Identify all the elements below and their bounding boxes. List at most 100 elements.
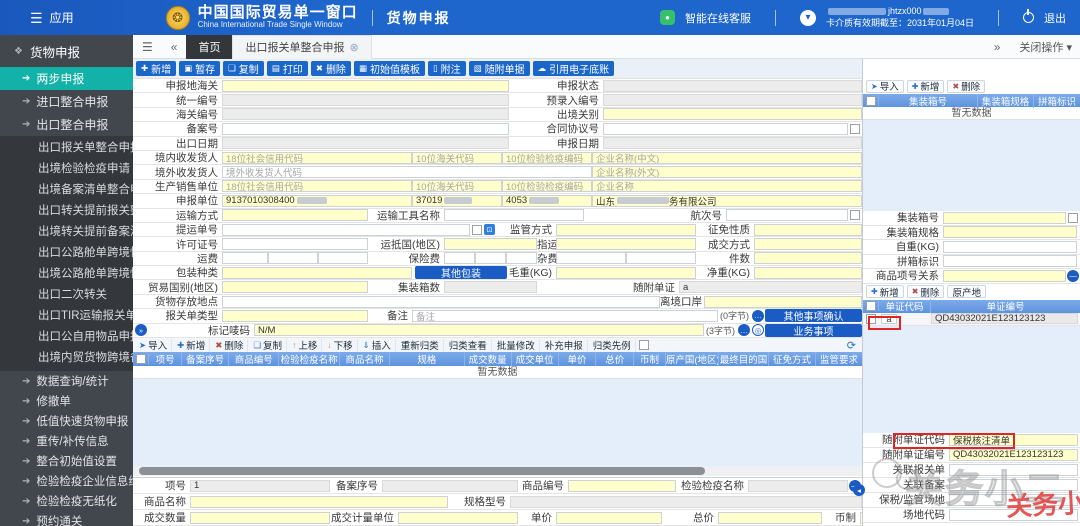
item-supplement-declare-button[interactable]: 补充申报	[541, 339, 588, 352]
item-batch-edit-button[interactable]: 批量修改	[493, 339, 540, 352]
related-record-input[interactable]	[949, 479, 1078, 491]
col-ciq-name[interactable]: 检验检疫名称	[279, 352, 340, 366]
goods-item-rel-input[interactable]	[943, 270, 1066, 282]
col-lcl-flag[interactable]: 拼箱标识	[1034, 94, 1080, 108]
bill-no-input[interactable]	[222, 224, 470, 236]
sidebar-item-ciq-paperless[interactable]: ➔检验检疫无纸化	[0, 491, 133, 511]
mark-history-icon[interactable]: ◎	[752, 324, 764, 336]
remark-input[interactable]: 备注	[412, 310, 718, 322]
mark-no-input[interactable]: N/M	[254, 324, 704, 336]
doc-code-cell[interactable]: a	[881, 314, 897, 324]
sidebar-item-appointment[interactable]: ➔预约通关	[0, 511, 133, 526]
online-service-link[interactable]: 智能在线客服	[685, 10, 751, 26]
select-all-checkbox[interactable]	[136, 354, 146, 364]
logout-button[interactable]: 退出	[1044, 10, 1066, 26]
col-item-no[interactable]: 项号	[149, 352, 182, 366]
sidebar-subitem-second-transit[interactable]: 出口二次转关	[0, 285, 133, 306]
insurance-mark-input[interactable]	[444, 252, 475, 264]
sidebar-subitem-transit-advance-decl[interactable]: 出口转关提前报关整合申	[0, 201, 133, 222]
declare-unit-uscc-input[interactable]: 9137010308400	[222, 195, 412, 207]
sidebar-item-ciq-company-info[interactable]: ➔检验检疫企业信息维护	[0, 471, 133, 491]
col-doc-code[interactable]: 单证代码	[879, 299, 931, 313]
production-ciq-code-input[interactable]: 10位检验检疫编码	[502, 180, 592, 192]
doc-delete-button[interactable]: ✖删除	[907, 285, 945, 298]
insurance-currency-input[interactable]	[506, 252, 537, 264]
sidebar-item-init-settings[interactable]: ➔整合初始值设置	[0, 451, 133, 471]
col-container-no[interactable]: 集装箱号	[879, 94, 978, 108]
misc-fee-mark-input[interactable]	[556, 252, 626, 264]
gross-weight-input[interactable]	[556, 267, 696, 279]
col-qty[interactable]: 成交数量	[465, 352, 512, 366]
tab-home[interactable]: 首页	[186, 35, 232, 59]
close-operations-dropdown[interactable]: 关闭操作 ▾	[1019, 39, 1072, 55]
goods-item-rel-collapse-icon[interactable]: —	[1067, 270, 1079, 282]
related-decl-input[interactable]	[949, 464, 1078, 476]
remark-more-icon[interactable]: …	[752, 310, 764, 322]
col-supervision-req[interactable]: 监管要求	[816, 352, 862, 366]
misc-fee-rate-input[interactable]	[626, 252, 696, 264]
license-no-input[interactable]	[222, 238, 368, 250]
sidebar-subitem-exit-ciq[interactable]: 出境检验检疫申请	[0, 159, 133, 180]
declare-unit-name-input[interactable]: 山东务有限公司	[592, 195, 862, 207]
attached-doc-no-input[interactable]: QD43032021E123123123	[949, 449, 1078, 461]
hamburger-icon[interactable]: ☰	[30, 11, 43, 25]
sidebar-item-low-value-fast[interactable]: ➔低值快速货物申报	[0, 411, 133, 431]
note-button[interactable]: ▯附注	[428, 61, 466, 76]
delete-button[interactable]: ✖删除	[311, 61, 351, 76]
ref-eledger-button[interactable]: ☁引用电子底账	[533, 61, 615, 76]
doc-number-cell[interactable]: QD43032021E123123123	[931, 313, 1078, 324]
col-spec[interactable]: 规格	[390, 352, 465, 366]
freight-currency-input[interactable]	[318, 252, 368, 264]
container-import-button[interactable]: ➤导入	[866, 80, 904, 93]
item-classify-view-button[interactable]: 归类查看	[445, 339, 492, 352]
production-customs-code-input[interactable]: 10位海关代码	[412, 180, 502, 192]
tab-list-icon[interactable]: ☰	[133, 40, 162, 54]
sidebar-subitem-exit-record-list[interactable]: 出境备案清单整合申报	[0, 180, 133, 201]
goods-name-input[interactable]	[190, 496, 448, 508]
contract-checkbox[interactable]	[850, 124, 860, 134]
dest-port-input[interactable]	[556, 238, 696, 250]
domestic-uscc-input[interactable]: 18位社会信用代码	[222, 152, 412, 164]
item-move-up-button[interactable]: ↑上移	[288, 339, 322, 352]
item-toolbar-checkbox[interactable]	[639, 340, 649, 350]
attached-doc-code-input[interactable]: 保税核注清单	[949, 434, 1078, 446]
freight-mark-input[interactable]	[222, 252, 268, 264]
col-total-price[interactable]: 总价	[596, 352, 634, 366]
unit-price-input[interactable]	[556, 512, 662, 524]
sidebar-section-goods-declare[interactable]: ❖ 货物申报	[0, 35, 133, 67]
init-template-button[interactable]: ▦初始值模板	[354, 61, 425, 76]
freight-rate-input[interactable]	[268, 252, 318, 264]
voyage-no-input[interactable]	[726, 209, 848, 221]
sidebar-subitem-domestic-trade[interactable]: 出境内贸货物跨境备案清	[0, 348, 133, 369]
net-weight-input[interactable]	[754, 267, 862, 279]
transport-name-input[interactable]	[444, 209, 584, 221]
collapse-left-icon[interactable]: »	[135, 324, 147, 336]
trade-country-input[interactable]	[222, 281, 368, 293]
col-goods-code[interactable]: 商品编号	[229, 352, 279, 366]
contract-no-input[interactable]	[603, 123, 848, 135]
declare-unit-ciq-code-input[interactable]: 4053	[502, 195, 592, 207]
sidebar-subitem-road-manifest-fast-1[interactable]: 出口公路舱单跨境快速通	[0, 243, 133, 264]
doc-origin-button[interactable]: 原产地	[947, 285, 986, 298]
voyage-checkbox[interactable]	[850, 210, 860, 220]
unit-input[interactable]	[398, 512, 518, 524]
horizontal-scrollbar[interactable]	[133, 466, 862, 476]
total-price-input[interactable]	[718, 512, 822, 524]
col-record-seq[interactable]: 备案序号	[182, 352, 229, 366]
container-spec-input[interactable]	[943, 226, 1077, 238]
container-select-all-checkbox[interactable]	[866, 96, 876, 106]
item-move-down-button[interactable]: ↓下移	[323, 339, 357, 352]
record-no-input[interactable]	[222, 123, 509, 135]
domestic-ciq-code-input[interactable]: 10位检验检疫编码	[502, 152, 592, 164]
sidebar-item-two-step[interactable]: ➔ 两步申报	[0, 67, 133, 90]
other-confirm-button[interactable]: 其他事项确认	[765, 309, 862, 322]
tare-weight-input[interactable]	[943, 241, 1077, 253]
package-type-input[interactable]	[222, 267, 412, 279]
sidebar-subitem-road-manifest-fast-2[interactable]: 出境公路舱单跨境快速通	[0, 264, 133, 285]
place-code-input[interactable]	[949, 509, 1078, 521]
item-reclassify-button[interactable]: 重新归类	[397, 339, 444, 352]
other-package-button[interactable]: 其他包装	[415, 266, 507, 279]
container-no-checkbox[interactable]	[1068, 213, 1078, 223]
mark-more-icon[interactable]: …	[738, 324, 750, 336]
scrollbar-thumb[interactable]	[139, 467, 705, 475]
